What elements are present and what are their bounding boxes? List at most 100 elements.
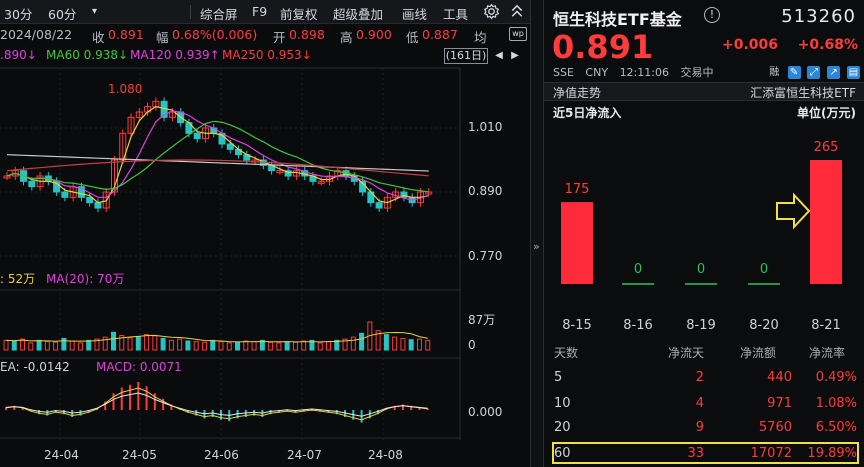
inflow-bar	[561, 202, 593, 284]
volume-bar	[28, 342, 34, 351]
macd-bar	[137, 382, 140, 410]
volume-bar	[185, 340, 191, 351]
volume-bar	[416, 338, 422, 351]
volume-bar	[226, 342, 232, 351]
table-header-inflow-amount: 净流额	[740, 346, 777, 360]
volume-axis-label: 0	[468, 338, 476, 352]
bar-date-label: 8-21	[811, 318, 841, 333]
volume-value: : 52万	[0, 272, 36, 286]
volume-ma20-value: MA(20): 70万	[46, 272, 125, 286]
table-cell: 1.08%	[815, 396, 857, 411]
x-axis-label: 24-08	[368, 448, 403, 462]
volume-bar	[317, 342, 323, 351]
volume-bar	[69, 340, 75, 351]
table-cell: 4	[695, 396, 704, 411]
table-header-inflow-days: 净流天	[668, 346, 705, 360]
volume-bar	[284, 341, 290, 351]
volume-bar	[152, 335, 158, 351]
collapse-arrow-icon[interactable]: »	[533, 240, 540, 253]
table-cell: 2	[695, 370, 704, 385]
table-cell: 9	[695, 420, 704, 435]
volume-bar	[392, 336, 398, 351]
table-cell: 971	[767, 396, 792, 411]
macd-axis-label: 0.000	[468, 405, 503, 419]
volume-bar	[193, 341, 199, 351]
bar-date-label: 8-20	[749, 318, 779, 333]
volume-bar	[36, 339, 42, 351]
x-axis-label: 24-07	[287, 448, 322, 462]
panel-divider[interactable]: »	[530, 0, 544, 467]
volume-ma-line	[5, 331, 428, 343]
volume-bar	[251, 341, 257, 351]
table-cell: 6.50%	[815, 420, 857, 435]
ma60-line	[6, 154, 429, 172]
macd-legend: EA: -0.0142 MACD: 0.0071	[0, 360, 260, 376]
volume-bar	[235, 341, 241, 351]
macd-bar	[120, 387, 123, 410]
volume-bar	[168, 339, 174, 351]
volume-bar	[425, 339, 431, 351]
bar-value-label: 175	[564, 182, 590, 198]
volume-bar	[292, 341, 298, 351]
kline-panel[interactable]: 30分 60分 ▾ 综合屏 F9 前复权 超级叠加 画线 工具 2024/08/…	[0, 0, 530, 467]
table-cell: 0.49%	[815, 370, 857, 385]
highlight-row-box	[552, 442, 859, 464]
candle-body	[28, 180, 36, 188]
bar-value-label: 0	[633, 262, 643, 277]
volume-bar	[201, 341, 207, 351]
volume-bar	[86, 339, 92, 351]
volume-bar	[111, 331, 116, 351]
volume-bar	[326, 341, 331, 351]
bar-value-label: 265	[813, 140, 839, 155]
fund-flow-panel: 恒生科技ETF基金 ! 513260 0.891 +0.006 +0.68% S…	[544, 0, 864, 467]
candle-body	[193, 132, 201, 140]
volume-legend: : 52万 MA(20): 70万	[0, 270, 200, 286]
volume-bar	[3, 339, 9, 351]
bar-date-label: 8-16	[623, 318, 653, 333]
volume-bars	[3, 321, 431, 351]
dea-value: EA: -0.0142	[0, 360, 70, 374]
table-cell: 5	[554, 370, 563, 385]
volume-bar	[383, 334, 389, 351]
volume-bar	[268, 341, 274, 351]
price-axis-label: 1.010	[468, 120, 503, 134]
volume-bar	[144, 334, 150, 351]
macd-bar	[145, 386, 148, 410]
table-cell: 20	[554, 420, 571, 435]
candle-body	[61, 191, 69, 198]
x-axis-label: 24-05	[122, 448, 157, 462]
candle-body	[94, 202, 102, 209]
price-axis-label: 0.890	[468, 184, 503, 198]
bar-value-label: 0	[759, 262, 769, 277]
volume-bar	[400, 337, 406, 351]
volume-bar	[44, 341, 50, 351]
macd-bar	[112, 393, 115, 410]
volume-bar	[53, 341, 59, 351]
volume-bar	[408, 339, 414, 351]
table-cell: 10	[554, 396, 571, 411]
inflow-bar	[810, 160, 842, 284]
bar-date-label: 8-15	[562, 318, 592, 333]
x-axis-label: 24-04	[44, 448, 79, 462]
bar-date-label: 8-19	[686, 318, 716, 333]
volume-bar	[276, 342, 282, 351]
chart-grid	[0, 67, 461, 440]
price-axis-label: 0.770	[468, 249, 503, 263]
volume-bar	[160, 337, 166, 351]
volume-bar	[350, 336, 356, 351]
table-header-inflow-rate: 净流率	[809, 346, 846, 360]
pointer-arrow-icon	[776, 192, 811, 230]
dea-line	[5, 392, 428, 417]
x-axis-label: 24-06	[204, 448, 239, 462]
volume-bar	[61, 337, 67, 351]
volume-axis-label: 87万	[468, 313, 496, 327]
table-cell: 5760	[758, 420, 792, 435]
volume-bar	[11, 340, 17, 351]
volume-bar	[102, 336, 108, 351]
volume-bar	[135, 335, 141, 351]
macd-bar	[129, 384, 132, 410]
kline-chart[interactable]	[0, 0, 530, 467]
volume-bar	[77, 342, 83, 351]
bar-value-label: 0	[696, 262, 706, 277]
table-header-days: 天数	[554, 346, 579, 360]
